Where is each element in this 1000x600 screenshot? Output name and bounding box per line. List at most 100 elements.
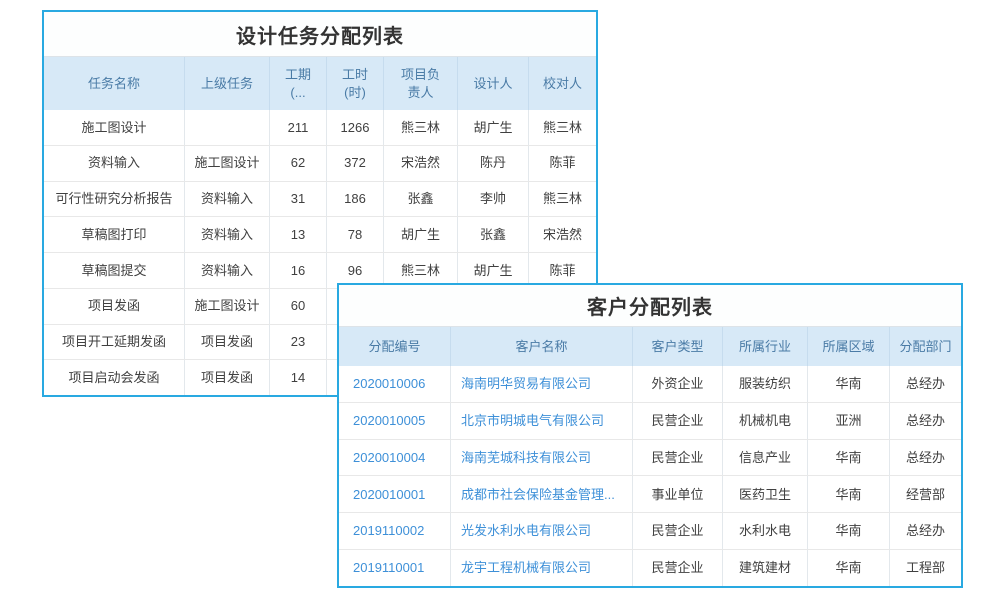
customer-assignment-panel: 客户分配列表 分配编号客户名称客户类型所属行业所属区域分配部门 20200100… [337, 283, 963, 588]
table-cell: 华南 [808, 440, 890, 476]
assignment-id-link[interactable]: 2020010001 [339, 476, 451, 512]
table-cell: 民营企业 [633, 550, 723, 586]
table-cell: 14 [270, 360, 327, 395]
table-cell: 服装纺织 [723, 366, 808, 402]
table-cell: 资料输入 [185, 182, 270, 217]
customer-name-link[interactable]: 海南芜城科技有限公司 [451, 440, 633, 476]
customer-name-link[interactable]: 北京市明城电气有限公司 [451, 403, 633, 439]
column-header-3: 所属行业 [723, 327, 808, 366]
table-cell: 亚洲 [808, 403, 890, 439]
table-cell: 资料输入 [185, 253, 270, 288]
table-row[interactable]: 2020010005北京市明城电气有限公司民营企业机械机电亚洲总经办 [339, 402, 961, 439]
table-row[interactable]: 资料输入施工图设计62372宋浩然陈丹陈菲 [44, 145, 596, 181]
customer-assignment-title: 客户分配列表 [339, 285, 961, 327]
table-cell: 熊三林 [529, 110, 596, 145]
table-row[interactable]: 2019110002光发水利水电有限公司民营企业水利水电华南总经办 [339, 512, 961, 549]
table-cell: 陈菲 [529, 146, 596, 181]
table-cell: 经营部 [890, 476, 961, 512]
table-cell: 31 [270, 182, 327, 217]
table-cell: 外资企业 [633, 366, 723, 402]
table-cell: 华南 [808, 366, 890, 402]
table-cell: 草稿图打印 [44, 217, 185, 252]
table-cell: 陈丹 [458, 146, 529, 181]
table-cell: 工程部 [890, 550, 961, 586]
table-cell: 医药卫生 [723, 476, 808, 512]
table-cell: 熊三林 [384, 110, 458, 145]
table-cell: 施工图设计 [185, 146, 270, 181]
column-header-0: 任务名称 [44, 57, 185, 110]
table-cell: 信息产业 [723, 440, 808, 476]
column-header-4: 项目负 责人 [384, 57, 458, 110]
table-row[interactable]: 草稿图打印资料输入1378胡广生张鑫宋浩然 [44, 216, 596, 252]
column-header-4: 所属区域 [808, 327, 890, 366]
table-cell: 23 [270, 325, 327, 360]
table-cell: 建筑建材 [723, 550, 808, 586]
table-cell: 62 [270, 146, 327, 181]
customer-name-link[interactable]: 海南明华贸易有限公司 [451, 366, 633, 402]
customer-name-link[interactable]: 成都市社会保险基金管理... [451, 476, 633, 512]
table-cell: 施工图设计 [185, 289, 270, 324]
table-cell: 项目开工延期发函 [44, 325, 185, 360]
table-cell: 总经办 [890, 513, 961, 549]
table-cell: 78 [327, 217, 384, 252]
assignment-id-link[interactable]: 2020010005 [339, 403, 451, 439]
table-cell [185, 110, 270, 145]
table-cell: 可行性研究分析报告 [44, 182, 185, 217]
table-cell: 民营企业 [633, 440, 723, 476]
table-cell: 项目发函 [44, 289, 185, 324]
column-header-5: 分配部门 [890, 327, 961, 366]
customer-name-link[interactable]: 龙宇工程机械有限公司 [451, 550, 633, 586]
table-cell: 宋浩然 [384, 146, 458, 181]
table-cell: 张鑫 [458, 217, 529, 252]
table-cell: 施工图设计 [44, 110, 185, 145]
column-header-6: 校对人 [529, 57, 596, 110]
column-header-2: 工期 (... [270, 57, 327, 110]
assignment-id-link[interactable]: 2020010004 [339, 440, 451, 476]
table-row[interactable]: 2019110001龙宇工程机械有限公司民营企业建筑建材华南工程部 [339, 549, 961, 586]
table-cell: 资料输入 [44, 146, 185, 181]
column-header-5: 设计人 [458, 57, 529, 110]
table-cell: 华南 [808, 513, 890, 549]
table-cell: 华南 [808, 476, 890, 512]
table-row[interactable]: 施工图设计2111266熊三林胡广生熊三林 [44, 110, 596, 145]
table-row[interactable]: 2020010006海南明华贸易有限公司外资企业服装纺织华南总经办 [339, 366, 961, 402]
customer-assignment-header-row: 分配编号客户名称客户类型所属行业所属区域分配部门 [339, 327, 961, 366]
table-cell: 事业单位 [633, 476, 723, 512]
table-row[interactable]: 2020010001成都市社会保险基金管理...事业单位医药卫生华南经营部 [339, 475, 961, 512]
assignment-id-link[interactable]: 2020010006 [339, 366, 451, 402]
table-cell: 机械机电 [723, 403, 808, 439]
column-header-0: 分配编号 [339, 327, 451, 366]
assignment-id-link[interactable]: 2019110001 [339, 550, 451, 586]
table-cell: 1266 [327, 110, 384, 145]
table-cell: 水利水电 [723, 513, 808, 549]
table-cell: 草稿图提交 [44, 253, 185, 288]
table-cell: 总经办 [890, 440, 961, 476]
customer-name-link[interactable]: 光发水利水电有限公司 [451, 513, 633, 549]
column-header-1: 客户名称 [451, 327, 633, 366]
table-cell: 资料输入 [185, 217, 270, 252]
table-cell: 民营企业 [633, 403, 723, 439]
table-cell: 项目发函 [185, 360, 270, 395]
table-cell: 胡广生 [458, 110, 529, 145]
table-row[interactable]: 可行性研究分析报告资料输入31186张鑫李帅熊三林 [44, 181, 596, 217]
table-cell: 总经办 [890, 366, 961, 402]
table-cell: 项目启动会发函 [44, 360, 185, 395]
table-cell: 熊三林 [529, 182, 596, 217]
table-row[interactable]: 2020010004海南芜城科技有限公司民营企业信息产业华南总经办 [339, 439, 961, 476]
table-cell: 民营企业 [633, 513, 723, 549]
table-cell: 186 [327, 182, 384, 217]
table-cell: 张鑫 [384, 182, 458, 217]
table-cell: 372 [327, 146, 384, 181]
table-cell: 60 [270, 289, 327, 324]
table-cell: 16 [270, 253, 327, 288]
column-header-1: 上级任务 [185, 57, 270, 110]
table-cell: 宋浩然 [529, 217, 596, 252]
design-task-list-title: 设计任务分配列表 [44, 12, 596, 57]
column-header-2: 客户类型 [633, 327, 723, 366]
table-cell: 211 [270, 110, 327, 145]
table-cell: 胡广生 [384, 217, 458, 252]
design-task-header-row: 任务名称上级任务工期 (...工时 (时)项目负 责人设计人校对人 [44, 57, 596, 110]
customer-assignment-body: 2020010006海南明华贸易有限公司外资企业服装纺织华南总经办2020010… [339, 366, 961, 586]
table-cell: 总经办 [890, 403, 961, 439]
assignment-id-link[interactable]: 2019110002 [339, 513, 451, 549]
